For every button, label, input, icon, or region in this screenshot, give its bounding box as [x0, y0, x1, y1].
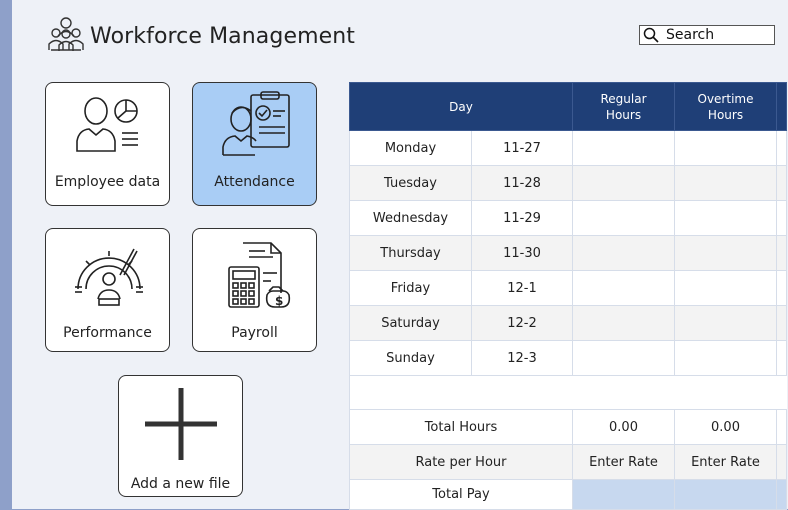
search-icon [643, 27, 659, 43]
spacer-row [349, 375, 787, 410]
extra-pay-cell [776, 479, 787, 510]
spacer-cell [349, 375, 787, 410]
overtime-hours-cell[interactable] [674, 200, 777, 236]
date-cell: 11-27 [471, 130, 573, 166]
regular-hours-cell[interactable] [572, 130, 675, 166]
table-row: Thursday 11-30 [349, 235, 787, 271]
total-pay-label: Total Pay [349, 479, 573, 510]
performance-tile[interactable]: Performance [45, 228, 170, 352]
total-regular-hours: 0.00 [572, 409, 675, 445]
attendance-icon [222, 91, 290, 156]
day-cell: Monday [349, 130, 472, 166]
overtime-pay-cell [674, 479, 777, 510]
overtime-hours-cell[interactable] [674, 235, 777, 271]
day-cell: Thursday [349, 235, 472, 271]
team-icon [48, 17, 84, 51]
tile-label: Payroll [231, 325, 278, 341]
date-cell: 12-2 [471, 305, 573, 341]
svg-text:$: $ [275, 294, 283, 308]
day-cell: Saturday [349, 305, 472, 341]
total-pay-row: Total Pay [349, 479, 787, 510]
overtime-hours-header: Overtime Hours [674, 82, 777, 131]
regular-rate-input[interactable]: Enter Rate [572, 444, 675, 480]
extra-cell [776, 235, 787, 271]
regular-hours-header: Regular Hours [572, 82, 675, 131]
table-row: Tuesday 11-28 [349, 165, 787, 201]
extra-cell [776, 270, 787, 306]
overtime-hours-cell[interactable] [674, 270, 777, 306]
add-new-file-tile[interactable]: Add a new file [118, 375, 243, 497]
day-cell: Tuesday [349, 165, 472, 201]
tile-label: Performance [63, 325, 152, 341]
employee-icon [76, 97, 138, 152]
extra-header [776, 82, 787, 131]
employee-data-tile[interactable]: Employee data [45, 82, 170, 206]
extra-cell [776, 444, 787, 480]
day-cell: Wednesday [349, 200, 472, 236]
app-title: Workforce Management [90, 24, 356, 49]
regular-hours-cell[interactable] [572, 200, 675, 236]
regular-hours-cell[interactable] [572, 270, 675, 306]
table-row: Friday 12-1 [349, 270, 787, 306]
plus-icon [145, 388, 217, 460]
regular-hours-header-text: Regular Hours [600, 91, 647, 122]
extra-cell [776, 200, 787, 236]
payroll-tile[interactable]: $ Payroll [192, 228, 317, 352]
attendance-tile[interactable]: Attendance [192, 82, 317, 206]
date-cell: 12-3 [471, 340, 573, 376]
total-overtime-hours: 0.00 [674, 409, 777, 445]
extra-cell [776, 409, 787, 445]
rate-per-hour-row: Rate per Hour Enter Rate Enter Rate [349, 444, 787, 480]
overtime-hours-cell[interactable] [674, 305, 777, 341]
workspace: Workforce Management Search Employee dat… [12, 0, 788, 510]
overtime-hours-cell[interactable] [674, 130, 777, 166]
tile-label: Attendance [214, 174, 295, 190]
table-row: Saturday 12-2 [349, 305, 787, 341]
overtime-hours-header-text: Overtime Hours [697, 91, 754, 122]
table-row: Monday 11-27 [349, 130, 787, 166]
regular-hours-cell[interactable] [572, 235, 675, 271]
date-cell: 11-30 [471, 235, 573, 271]
extra-cell [776, 130, 787, 166]
table-row: Sunday 12-3 [349, 340, 787, 376]
regular-hours-cell[interactable] [572, 305, 675, 341]
overtime-rate-input[interactable]: Enter Rate [674, 444, 777, 480]
search-label: Search [666, 27, 715, 43]
date-cell: 12-1 [471, 270, 573, 306]
total-hours-row: Total Hours 0.00 0.00 [349, 409, 787, 445]
regular-hours-cell[interactable] [572, 165, 675, 201]
tile-label: Add a new file [130, 476, 231, 492]
performance-gauge-icon [75, 248, 143, 306]
day-cell: Friday [349, 270, 472, 306]
extra-cell [776, 305, 787, 341]
extra-cell [776, 165, 787, 201]
extra-cell [776, 340, 787, 376]
rate-per-hour-label: Rate per Hour [349, 444, 573, 480]
regular-pay-cell [572, 479, 675, 510]
payroll-icon: $ [228, 242, 291, 308]
date-cell: 11-28 [471, 165, 573, 201]
overtime-hours-cell[interactable] [674, 340, 777, 376]
day-header: Day [349, 82, 573, 131]
table-header-row: Day Regular Hours Overtime Hours [349, 82, 787, 131]
date-cell: 11-29 [471, 200, 573, 236]
overtime-hours-cell[interactable] [674, 165, 777, 201]
regular-hours-cell[interactable] [572, 340, 675, 376]
search-input[interactable]: Search [639, 25, 775, 45]
tile-label: Employee data [54, 174, 161, 190]
table-row: Wednesday 11-29 [349, 200, 787, 236]
total-hours-label: Total Hours [349, 409, 573, 445]
day-cell: Sunday [349, 340, 472, 376]
attendance-table: Day Regular Hours Overtime Hours Monday … [349, 82, 787, 510]
